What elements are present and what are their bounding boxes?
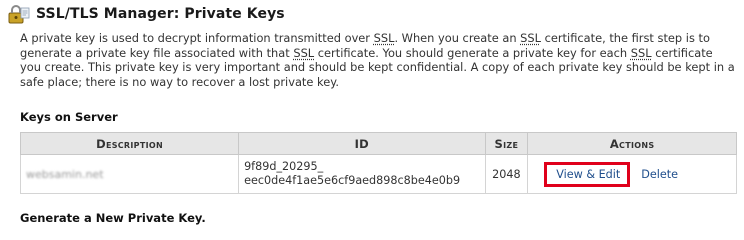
key-description-cell: websamin.net (19, 154, 240, 194)
delete-link[interactable]: Delete (641, 168, 678, 181)
intro-text: certificate. You should generate a priva… (314, 45, 631, 60)
table-row: websamin.net 9f89d_20295_ eec0de4f1ae5e6… (19, 154, 737, 194)
page-title: SSL/TLS Manager: Private Keys (36, 6, 285, 22)
intro-text: A private key is used to decrypt informa… (20, 31, 374, 45)
column-header-id[interactable]: ID (238, 132, 486, 155)
key-id-line1: 9f89d_20295_ (244, 160, 324, 173)
column-header-size[interactable]: Size (484, 132, 529, 155)
generate-key-heading: Generate a New Private Key. (20, 211, 206, 225)
ssl-abbr: SSL (520, 31, 541, 45)
key-id-line2: eec0de4f1ae5e6cf9aed898c8be4e0b9 (244, 174, 461, 187)
key-id-cell: 9f89d_20295_ eec0de4f1ae5e6cf9aed898c8be… (238, 154, 486, 194)
keys-on-server-heading: Keys on Server (20, 110, 118, 124)
ssl-abbr: SSL (293, 45, 315, 60)
table-header-row: Description ID Size Actions (19, 132, 737, 155)
key-description: websamin.net (26, 167, 104, 181)
ssl-lock-icon (8, 4, 30, 24)
view-edit-link[interactable]: View & Edit (556, 168, 620, 181)
ssl-abbr: SSL (373, 31, 395, 45)
key-actions-cell: View & Edit Delete (527, 154, 737, 194)
column-header-description[interactable]: Description (19, 132, 240, 155)
column-header-actions: Actions (527, 132, 737, 155)
view-edit-highlight: View & Edit (544, 161, 631, 187)
keys-table: Description ID Size Actions websamin.net… (19, 132, 737, 194)
page-header: SSL/TLS Manager: Private Keys (8, 3, 285, 25)
intro-text: . When you create an (394, 31, 521, 45)
key-size: 2048 (484, 154, 529, 194)
intro-paragraph: A private key is used to decrypt informa… (20, 31, 736, 89)
ssl-abbr: SSL (630, 45, 652, 60)
